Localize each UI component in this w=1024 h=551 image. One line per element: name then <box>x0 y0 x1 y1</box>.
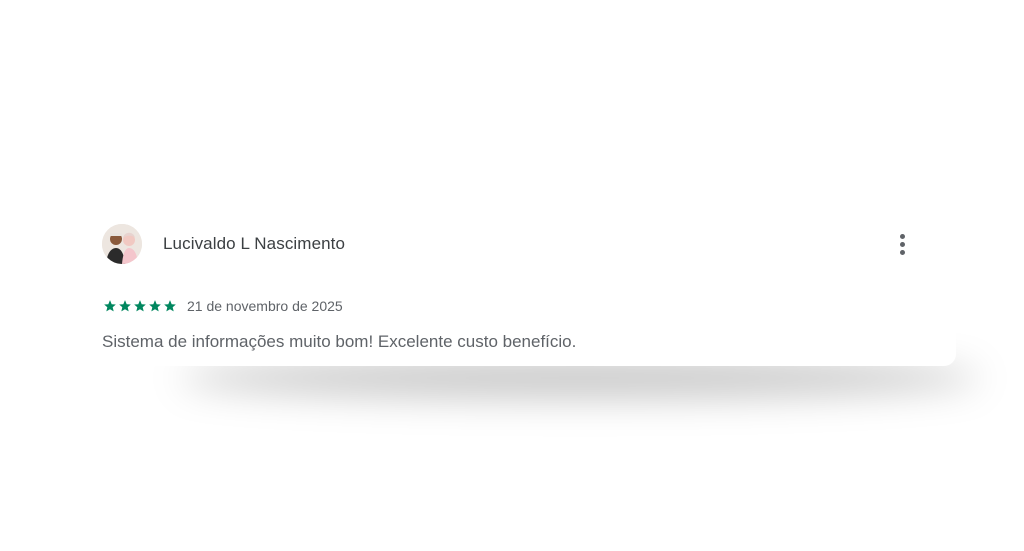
review-date: 21 de novembro de 2025 <box>187 298 343 314</box>
star-icon <box>149 300 161 312</box>
more-vert-icon-dot <box>899 241 905 247</box>
more-options-button[interactable] <box>892 230 912 258</box>
review-header: Lucivaldo L Nascimento <box>102 224 345 264</box>
review-card: Lucivaldo L Nascimento 21 de novembro de… <box>86 206 956 366</box>
review-stage: Lucivaldo L Nascimento 21 de novembro de… <box>0 0 1024 551</box>
star-rating <box>103 299 177 313</box>
star-icon <box>134 300 146 312</box>
star-icon <box>104 300 116 312</box>
reviewer-photo-icon <box>102 224 142 264</box>
star-icon <box>119 300 131 312</box>
more-vert-icon-dot <box>899 233 905 239</box>
review-text: Sistema de informações muito bom! Excele… <box>102 332 577 351</box>
avatar[interactable] <box>102 224 142 264</box>
reviewer-name: Lucivaldo L Nascimento <box>163 234 346 253</box>
rating-row: 21 de novembro de 2025 <box>103 298 343 314</box>
more-vert-icon-dot <box>899 249 905 255</box>
star-icon <box>164 300 176 312</box>
